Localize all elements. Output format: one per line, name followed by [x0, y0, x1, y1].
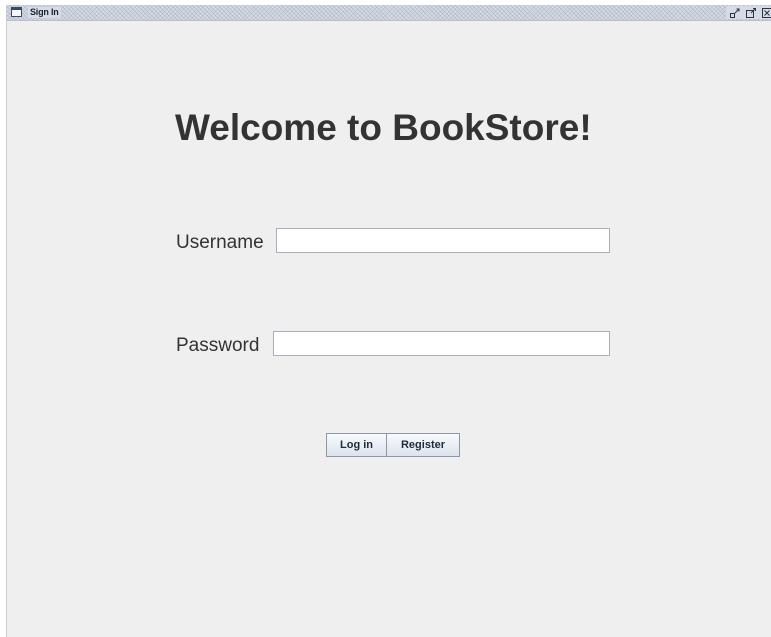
password-label: Password [176, 335, 260, 356]
login-button[interactable]: Log in [326, 433, 387, 457]
username-input[interactable] [276, 228, 610, 253]
username-label: Username [176, 232, 264, 253]
close-icon[interactable] [762, 7, 771, 18]
sign-in-window: Sign In Welcome to BookStore! Username P… [6, 5, 771, 637]
action-buttons: Log in Register [326, 433, 460, 457]
window-controls [726, 6, 771, 19]
minimize-icon[interactable] [730, 8, 740, 18]
register-button[interactable]: Register [387, 433, 460, 457]
window-title: Sign In [28, 7, 61, 18]
title-bar[interactable]: Sign In [7, 5, 771, 21]
password-input[interactable] [273, 331, 610, 356]
window-frame-icon [11, 7, 22, 17]
welcome-heading: Welcome to BookStore! [175, 107, 592, 148]
maximize-icon[interactable] [746, 7, 756, 18]
